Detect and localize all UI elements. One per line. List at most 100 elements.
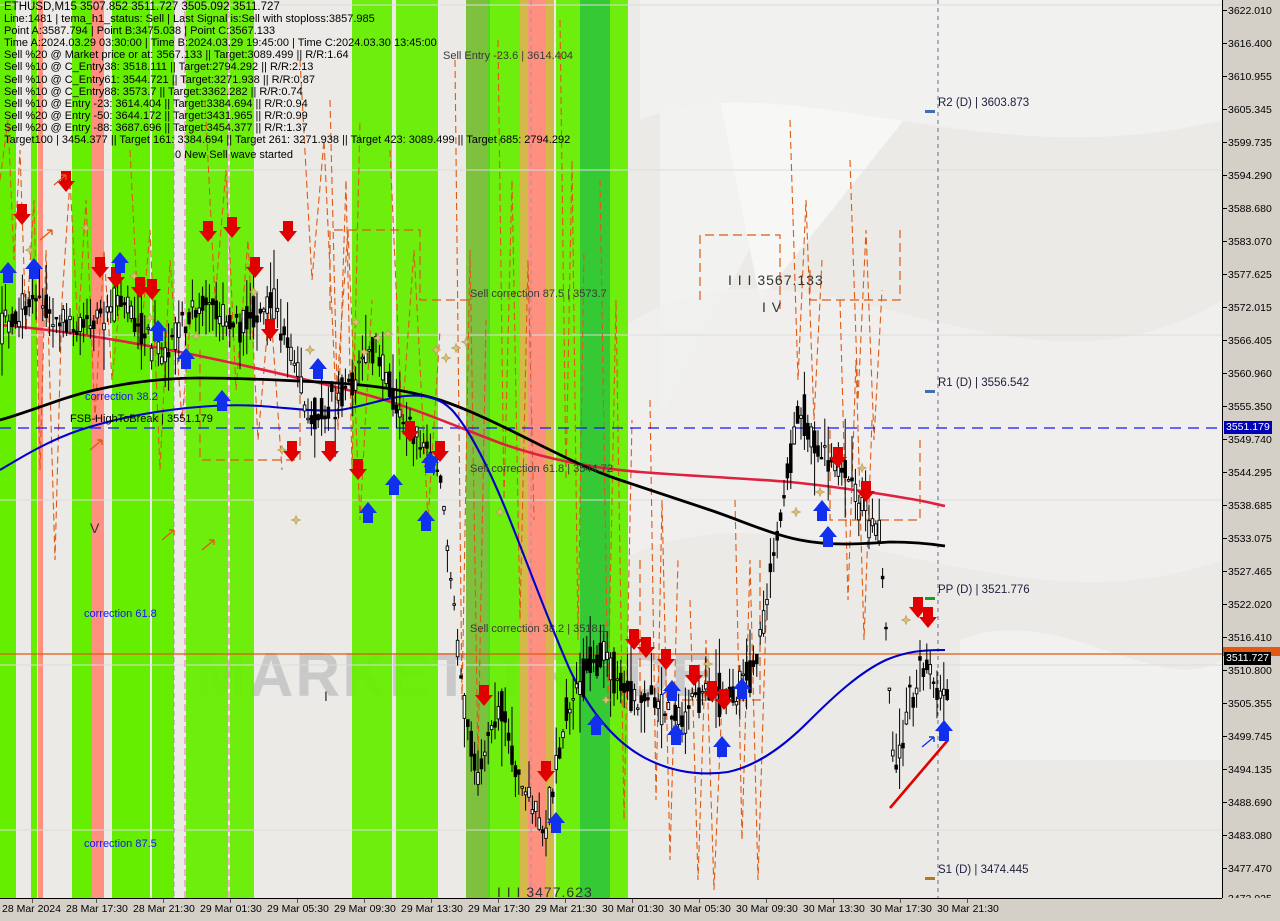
candle-body: [605, 651, 609, 660]
price-tick-label: 3533.075: [1228, 533, 1272, 545]
price-tick-label: 3583.070: [1228, 236, 1272, 248]
price-tick: [1223, 76, 1227, 77]
candle-body: [275, 307, 280, 312]
candle-body: [445, 545, 450, 551]
candle-body: [904, 711, 909, 725]
price-tick-label: 3538.685: [1228, 500, 1272, 512]
info-line: Sell %10 @ C_Entry88: 3573.7 || Target:3…: [4, 85, 303, 98]
price-tick: [1223, 868, 1227, 869]
candle-body: [146, 327, 150, 330]
candle-body: [323, 415, 327, 420]
chart-plot-area[interactable]: MARKET TRADE ETHUSD,M15 3507.852 3511.72…: [0, 0, 1222, 898]
candle-body: [670, 715, 674, 720]
candle-body: [54, 316, 59, 320]
candle-body: [799, 414, 803, 419]
candle-body: [75, 330, 79, 335]
candle-body: [795, 406, 800, 424]
price-tick-label: 3599.735: [1228, 137, 1272, 149]
candle-body: [574, 683, 579, 689]
candle-body: [27, 299, 31, 308]
info-line: Sell %10 @ C_Entry38: 3518.111 || Target…: [4, 61, 314, 74]
time-tick-label: 29 Mar 09:30: [334, 903, 396, 915]
price-tick-label: 3499.745: [1228, 731, 1272, 743]
time-tick-label: 29 Mar 01:30: [200, 903, 262, 915]
candle-body: [58, 322, 62, 327]
candle-body: [809, 426, 813, 448]
candle-body: [3, 309, 8, 317]
candle-body: [530, 809, 535, 815]
candle-body: [663, 713, 667, 716]
pivot-r1-label: R1 (D) | 3556.542: [938, 377, 1030, 389]
price-tick-label: 3516.410: [1228, 632, 1272, 644]
candle-body: [517, 769, 521, 775]
candle-body: [98, 308, 103, 314]
candle-body: [619, 672, 623, 691]
candle-body: [228, 314, 232, 330]
candle-body: [37, 295, 42, 298]
candle-body: [765, 599, 769, 606]
candle-body: [255, 315, 259, 323]
price-tick: [1223, 208, 1227, 209]
time-tick-label: 30 Mar 05:30: [669, 903, 731, 915]
candle-body: [819, 456, 824, 460]
candle-body: [204, 297, 208, 306]
info-line: Sell %20 @ Market price or at: 3567.133 …: [4, 49, 349, 62]
candle-body: [857, 502, 861, 521]
pivot-s1-label: S1 (D) | 3474.445: [938, 864, 1029, 876]
candle-body: [537, 817, 541, 830]
buy-arrow-icon: [713, 736, 731, 757]
candle-body: [585, 658, 589, 671]
candle-body: [676, 707, 681, 725]
candle-body: [435, 469, 439, 472]
price-axis[interactable]: 3622.010 3616.400 3610.955 3605.345 3599.735…: [1222, 0, 1280, 905]
candle-body: [122, 302, 127, 306]
candle-body: [802, 394, 807, 436]
time-tick-label: 28 Mar 2024: [2, 903, 61, 915]
candle-body: [187, 312, 191, 324]
chart-window: MARKET TRADE ETHUSD,M15 3507.852 3511.72…: [0, 0, 1280, 921]
candle-body: [469, 730, 473, 757]
candle-body: [500, 691, 504, 722]
info-line: Sell %20 @ Entry -50: 3644.172 || Target…: [4, 109, 308, 122]
candle-body: [612, 651, 616, 694]
candle-body: [472, 753, 477, 771]
price-tick: [1223, 637, 1227, 638]
candle-body: [71, 329, 76, 333]
candle-body: [595, 654, 599, 677]
candle-body: [704, 683, 708, 690]
price-tick: [1223, 604, 1227, 605]
candle-body: [302, 404, 307, 412]
candle-body: [442, 506, 446, 511]
price-tick-label: 3577.625: [1228, 269, 1272, 281]
price-tick: [1223, 670, 1227, 671]
candle-body: [659, 694, 664, 726]
candle-body: [207, 302, 212, 305]
time-axis[interactable]: 28 Mar 2024 28 Mar 17:30 28 Mar 21:30 29 Ma…: [0, 898, 1280, 921]
price-tick-label: 3494.135: [1228, 764, 1272, 776]
candle-body: [483, 751, 487, 757]
candle-body: [897, 744, 902, 759]
candle-body: [891, 749, 895, 757]
symbol-ohlc-line: ETHUSD,M15 3507.852 3511.727 3505.092 35…: [4, 1, 280, 13]
price-tick: [1223, 406, 1227, 407]
candle-body: [466, 719, 470, 727]
candle-body: [282, 326, 286, 336]
candle-body: [544, 827, 548, 839]
wave-i-label: I: [324, 688, 329, 704]
info-line: Sell %20 @ Entry -88: 3687.696 || Target…: [4, 121, 308, 134]
candle-body: [279, 333, 283, 341]
candle-body: [272, 288, 276, 320]
candle-body: [41, 305, 45, 309]
candle-body: [459, 675, 463, 679]
candle-body: [387, 371, 392, 398]
price-tick-label: 3616.400: [1228, 38, 1272, 50]
candle-body: [789, 443, 793, 473]
candle-body: [772, 552, 776, 556]
candle-body: [136, 323, 140, 327]
price-tick-label: 3477.470: [1228, 863, 1272, 875]
candle-body: [578, 681, 582, 695]
price-tick: [1223, 571, 1227, 572]
candle-body: [289, 346, 293, 361]
fractal-star-icon: [900, 614, 912, 626]
candle-body: [194, 309, 198, 318]
